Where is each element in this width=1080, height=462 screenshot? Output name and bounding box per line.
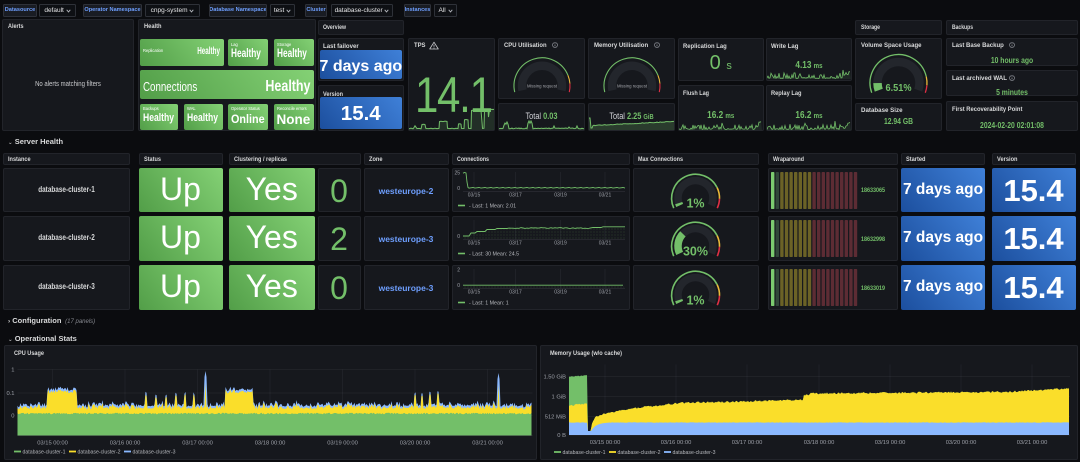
svg-text:0: 0 (11, 413, 14, 419)
svg-text:03/21 00:00: 03/21 00:00 (472, 440, 503, 446)
svg-text:database-cluster-1: database-cluster-1 (563, 450, 606, 456)
svg-text:25: 25 (454, 170, 460, 176)
svg-text:0: 0 (457, 283, 460, 289)
svg-text:1.50 GiB: 1.50 GiB (543, 374, 566, 380)
svg-text:1 GiB: 1 GiB (552, 394, 567, 400)
svg-text:03/18 00:00: 03/18 00:00 (255, 440, 286, 446)
svg-text:database-cluster-2: database-cluster-2 (78, 449, 121, 455)
svg-text:Missing request: Missing request (526, 83, 557, 88)
svg-text:- Last: 30 Mean: 24.5: - Last: 30 Mean: 24.5 (469, 252, 519, 258)
svg-text:03/21: 03/21 (599, 192, 612, 198)
svg-text:0: 0 (457, 186, 460, 192)
svg-text:03/19: 03/19 (554, 192, 567, 198)
svg-text:03/16 00:00: 03/16 00:00 (661, 440, 692, 446)
svg-text:database-cluster-3: database-cluster-3 (673, 450, 716, 456)
svg-text:03/18 00:00: 03/18 00:00 (804, 440, 835, 446)
svg-text:03/15: 03/15 (468, 192, 481, 198)
svg-text:03/15: 03/15 (468, 241, 481, 247)
svg-text:03/20 00:00: 03/20 00:00 (400, 440, 431, 446)
svg-text:03/21: 03/21 (599, 289, 612, 295)
svg-text:2: 2 (457, 267, 460, 273)
svg-text:03/21: 03/21 (599, 241, 612, 247)
svg-text:1: 1 (11, 367, 14, 373)
svg-text:- Last: 1 Mean: 1: - Last: 1 Mean: 1 (469, 300, 509, 306)
svg-text:Missing request: Missing request (616, 83, 647, 88)
svg-text:03/17: 03/17 (509, 241, 522, 247)
svg-text:database-cluster-2: database-cluster-2 (618, 450, 661, 456)
svg-text:03/17 00:00: 03/17 00:00 (182, 440, 213, 446)
svg-text:03/20 00:00: 03/20 00:00 (946, 440, 977, 446)
svg-text:- Last: 1 Mean: 2.01: - Last: 1 Mean: 2.01 (469, 203, 516, 209)
svg-text:0 B: 0 B (557, 433, 566, 439)
svg-text:database-cluster-1: database-cluster-1 (23, 449, 66, 455)
svg-text:03/15 00:00: 03/15 00:00 (37, 440, 68, 446)
svg-text:03/17: 03/17 (509, 289, 522, 295)
svg-text:03/16 00:00: 03/16 00:00 (110, 440, 141, 446)
svg-text:1%: 1% (686, 196, 704, 210)
svg-text:1%: 1% (686, 293, 704, 307)
svg-text:03/17 00:00: 03/17 00:00 (732, 440, 763, 446)
svg-text:03/21 00:00: 03/21 00:00 (1017, 440, 1048, 446)
svg-text:03/19: 03/19 (554, 289, 567, 295)
svg-text:03/17: 03/17 (509, 192, 522, 198)
svg-text:03/19: 03/19 (554, 241, 567, 247)
svg-text:512 MiB: 512 MiB (545, 414, 566, 420)
svg-text:03/19 00:00: 03/19 00:00 (875, 440, 906, 446)
svg-text:30%: 30% (683, 244, 708, 258)
svg-text:0: 0 (457, 234, 460, 240)
svg-text:0.1: 0.1 (6, 391, 14, 397)
svg-text:03/19 00:00: 03/19 00:00 (327, 440, 358, 446)
svg-text:database-cluster-3: database-cluster-3 (133, 449, 176, 455)
svg-text:6.51%: 6.51% (886, 82, 913, 94)
svg-text:03/15: 03/15 (468, 289, 481, 295)
svg-text:03/15 00:00: 03/15 00:00 (590, 440, 621, 446)
